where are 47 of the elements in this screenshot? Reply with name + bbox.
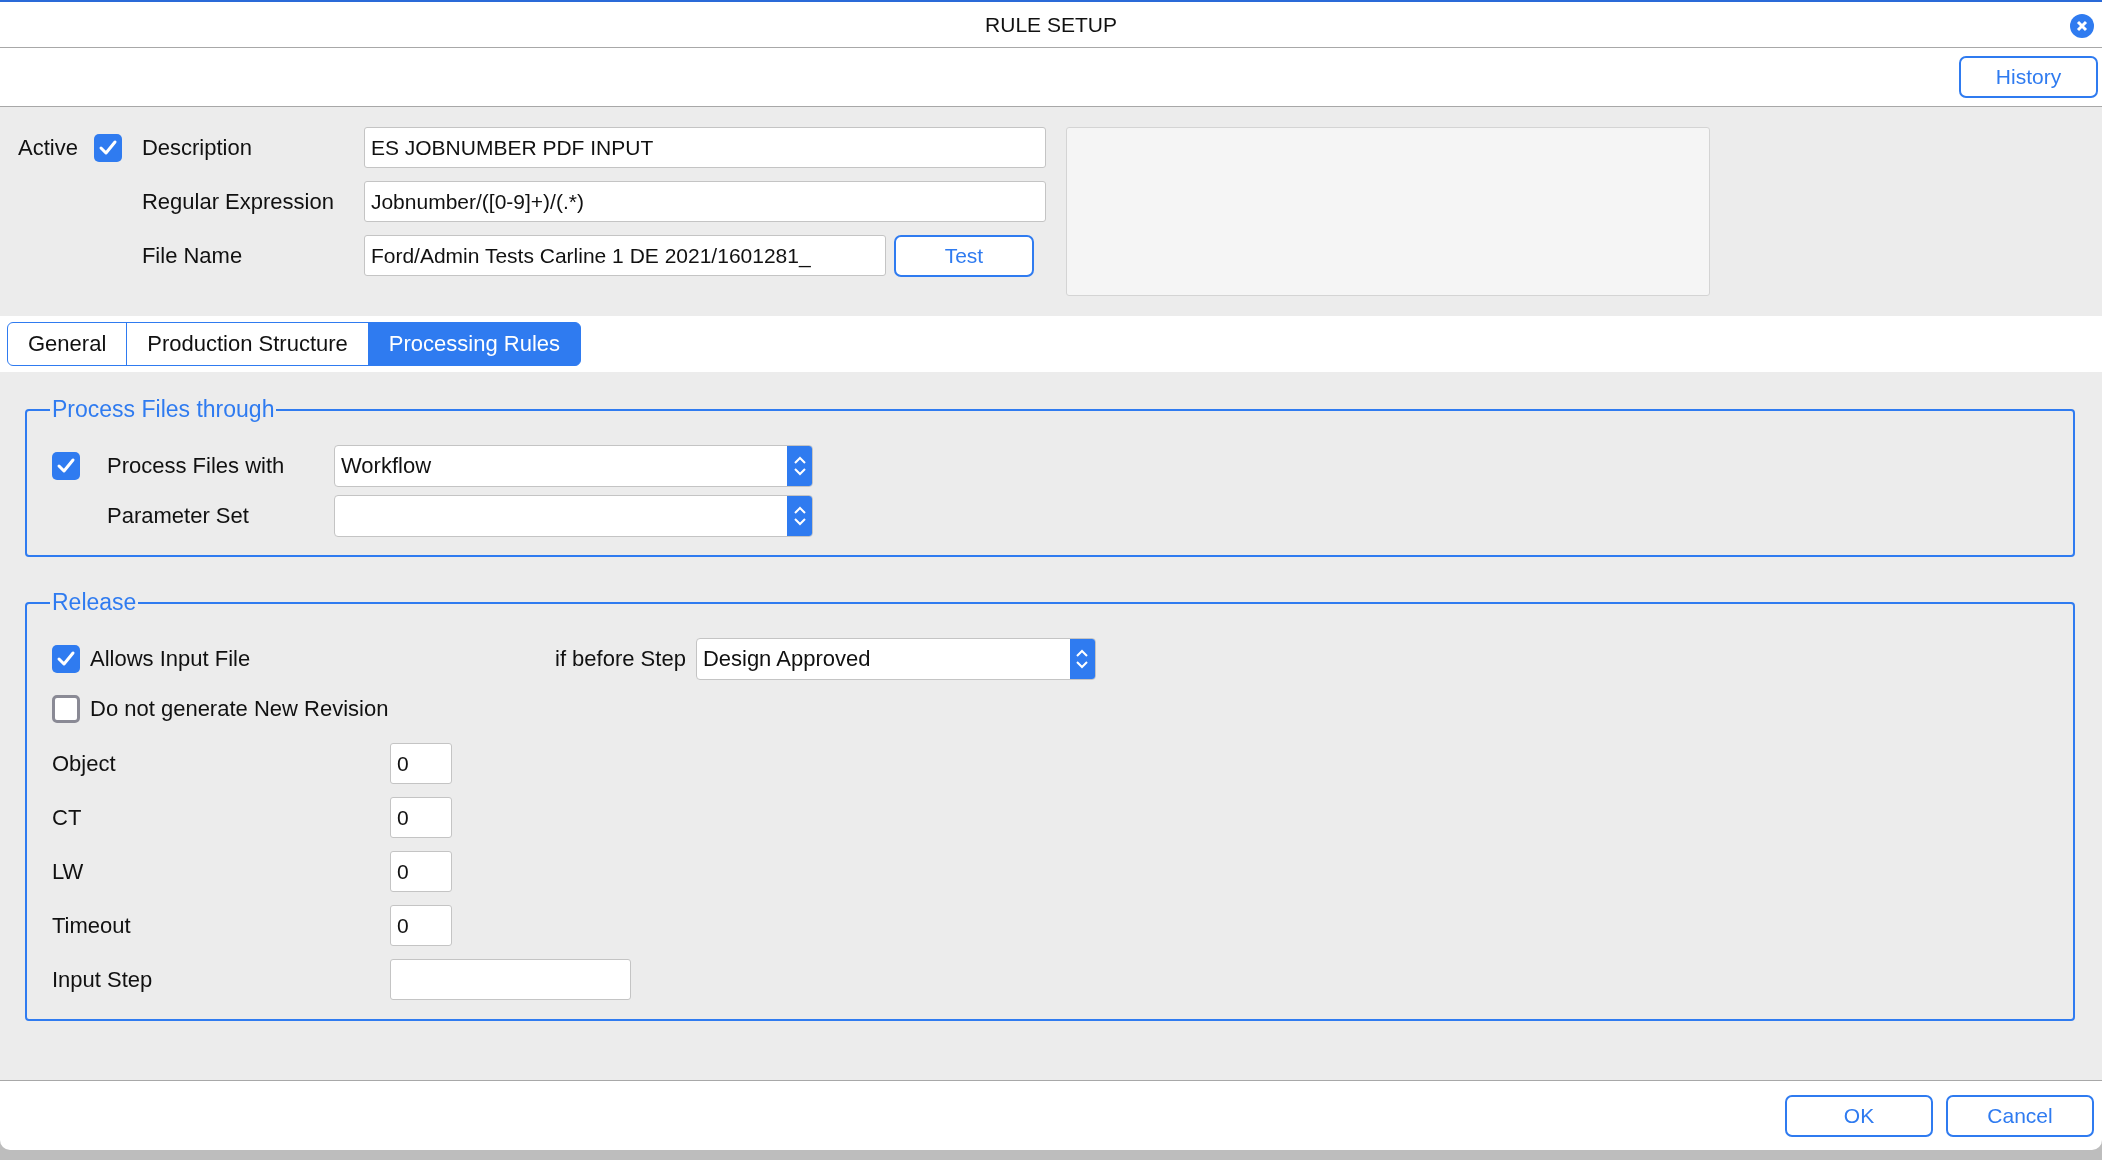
- check-icon: [56, 457, 76, 475]
- field-label: Active: [18, 134, 78, 161]
- field-label: LW: [52, 858, 85, 885]
- chevron-up-down-icon: [792, 504, 807, 528]
- test-button[interactable]: Test: [893, 234, 1034, 277]
- input-field[interactable]: 0: [390, 905, 452, 946]
- field-label: Input Step: [52, 966, 154, 993]
- input-field[interactable]: [390, 959, 631, 1000]
- input-field[interactable]: 0: [390, 743, 452, 784]
- checkbox[interactable]: [93, 133, 122, 162]
- input-field[interactable]: 0: [390, 851, 452, 892]
- field-label: Parameter Set: [107, 503, 250, 529]
- history-button[interactable]: History: [1959, 56, 2098, 98]
- checkbox[interactable]: [52, 452, 80, 480]
- text-field[interactable]: ES JOBNUMBER PDF INPUT: [363, 127, 1046, 168]
- group-title: Process Files through: [51, 396, 276, 423]
- checkbox-label: Do not generate New Revision: [90, 696, 390, 722]
- dropdown[interactable]: Workflow: [334, 445, 813, 487]
- field-label: CT: [52, 804, 83, 831]
- check-icon: [97, 138, 118, 157]
- dropdown[interactable]: [334, 495, 813, 537]
- checkbox[interactable]: [52, 645, 80, 673]
- tab[interactable]: Production Structure: [126, 322, 369, 366]
- field-label: Description: [141, 134, 253, 161]
- field-label: Object: [52, 750, 117, 777]
- dialog-button[interactable]: Cancel: [1946, 1094, 2094, 1137]
- window-title: RULE SETUP: [985, 12, 1117, 37]
- checkbox-label: Allows Input File: [90, 646, 252, 672]
- field-label: Timeout: [52, 912, 132, 939]
- tab[interactable]: General: [7, 322, 128, 366]
- text-field[interactable]: Jobnumber/([0-9]+)/(.*): [363, 181, 1046, 222]
- group-title: Release: [51, 589, 138, 616]
- close-button[interactable]: [2070, 14, 2094, 38]
- tab[interactable]: Processing Rules: [367, 322, 581, 366]
- input-field[interactable]: 0: [390, 797, 452, 838]
- field-label: File Name: [141, 242, 244, 269]
- field-label: Regular Expression: [141, 188, 335, 215]
- field-label: Process Files with: [107, 453, 286, 479]
- chevron-up-down-icon: [1075, 647, 1090, 671]
- text-field[interactable]: Ford/Admin Tests Carline 1 DE 2021/1601281_: [363, 235, 886, 276]
- dialog-button[interactable]: OK: [1785, 1094, 1933, 1137]
- checkbox[interactable]: [52, 695, 80, 723]
- check-icon: [56, 650, 76, 668]
- field-label: if before Step: [555, 646, 686, 672]
- close-icon: [2076, 20, 2088, 32]
- chevron-up-down-icon: [792, 454, 807, 478]
- dropdown[interactable]: Design Approved: [695, 638, 1096, 680]
